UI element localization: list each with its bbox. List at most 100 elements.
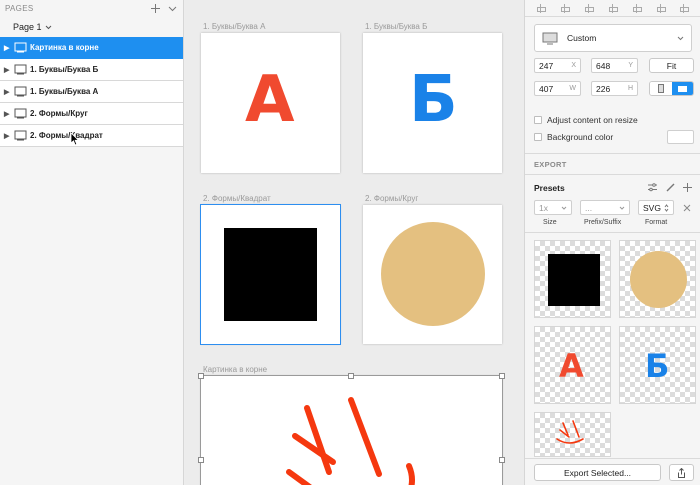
- prefix-value: ...: [585, 202, 593, 213]
- width-unit: W: [569, 85, 576, 92]
- align-right-icon[interactable]: [584, 3, 595, 13]
- pages-title: PAGES: [5, 4, 34, 13]
- align-center-h-icon[interactable]: [560, 3, 571, 13]
- updown-chevron-icon: [664, 203, 669, 212]
- height-value: 226: [596, 83, 611, 94]
- monitor-icon: [542, 32, 558, 44]
- disclosure-triangle-icon[interactable]: ▶: [4, 44, 11, 52]
- artboard-kvadrat[interactable]: [200, 204, 341, 345]
- background-color-label: Background color: [547, 132, 614, 142]
- artboard-krug[interactable]: [363, 205, 502, 344]
- export-section-title: EXPORT: [534, 160, 567, 169]
- chevron-down-icon[interactable]: [168, 6, 177, 12]
- fit-button[interactable]: Fit: [649, 58, 694, 73]
- export-thumb-square[interactable]: [534, 240, 611, 318]
- layer-row-kvadrat[interactable]: ▶ 2. Формы/Квадрат: [0, 125, 183, 147]
- mouse-cursor-icon: [70, 132, 80, 146]
- landscape-icon: [677, 85, 687, 92]
- align-left-icon[interactable]: [536, 3, 547, 13]
- width-field[interactable]: 407 W: [534, 81, 581, 96]
- background-color-checkbox[interactable]: [534, 133, 542, 141]
- export-thumb-letter-b[interactable]: Б: [619, 326, 696, 404]
- disclosure-triangle-icon[interactable]: ▶: [4, 110, 11, 118]
- chevron-down-icon: [619, 206, 625, 210]
- x-unit: X: [571, 62, 576, 69]
- artboard-icon: [14, 86, 27, 97]
- adjust-content-label: Adjust content on resize: [547, 115, 638, 125]
- export-thumb-circle[interactable]: [619, 240, 696, 318]
- artboard-title[interactable]: 1. Буквы/Буква Б: [365, 22, 427, 31]
- thumb-circle-shape: [630, 251, 687, 308]
- layer-label: Картинка в корне: [30, 43, 99, 52]
- remove-export-icon[interactable]: [683, 204, 691, 212]
- y-unit: Y: [628, 62, 633, 69]
- pages-header: PAGES: [0, 0, 183, 17]
- layer-row-bukva-a[interactable]: ▶ 1. Буквы/Буква А: [0, 81, 183, 103]
- background-color-option[interactable]: Background color: [534, 132, 613, 142]
- artboard-icon: [14, 64, 27, 75]
- y-field[interactable]: 648 Y: [591, 58, 638, 73]
- orientation-toggle: [649, 81, 694, 96]
- export-thumb-letter-a[interactable]: А: [534, 326, 611, 404]
- artboard-title[interactable]: 1. Буквы/Буква А: [203, 22, 265, 31]
- height-field[interactable]: 226 H: [591, 81, 638, 96]
- thumb-letter-b: Б: [645, 347, 670, 385]
- preset-settings-icon[interactable]: [648, 183, 657, 192]
- layers-sidebar: PAGES Page 1 ▶ Картинка в корне ▶ 1. Бук…: [0, 0, 184, 485]
- canvas[interactable]: 1. Буквы/Буква А А 1. Буквы/Буква Б Б 2.…: [185, 0, 524, 485]
- layer-row-bukva-b[interactable]: ▶ 1. Буквы/Буква Б: [0, 59, 183, 81]
- x-field[interactable]: 247 X: [534, 58, 581, 73]
- layer-row-krug[interactable]: ▶ 2. Формы/Круг: [0, 103, 183, 125]
- resize-handle[interactable]: [198, 457, 204, 463]
- letter-a: А: [245, 63, 295, 137]
- add-export-icon[interactable]: [683, 183, 692, 192]
- export-selected-button[interactable]: Export Selected...: [534, 464, 661, 481]
- landscape-button[interactable]: [671, 82, 693, 95]
- artboard-title[interactable]: Картинка в корне: [203, 365, 267, 374]
- slice-knife-icon[interactable]: [666, 183, 675, 192]
- export-size-field[interactable]: 1x: [534, 200, 572, 215]
- inspector-panel: Custom 247 X 648 Y Fit 407 W 226 H Adjust co…: [524, 0, 700, 485]
- portrait-button[interactable]: [650, 82, 672, 95]
- resize-handle[interactable]: [499, 373, 505, 379]
- resize-handle[interactable]: [348, 373, 354, 379]
- height-unit: H: [627, 85, 633, 92]
- x-value: 247: [539, 60, 554, 71]
- add-page-icon[interactable]: [151, 4, 160, 13]
- artboard-title[interactable]: 2. Формы/Круг: [365, 194, 418, 203]
- resize-handle[interactable]: [499, 457, 505, 463]
- export-thumb-drawing[interactable]: [534, 412, 611, 457]
- disclosure-triangle-icon[interactable]: ▶: [4, 132, 11, 140]
- layer-label: 2. Формы/Квадрат: [30, 131, 103, 140]
- thumb-letter-a: А: [559, 347, 584, 385]
- artboard-preset-select[interactable]: Custom: [534, 24, 692, 52]
- page-name: Page 1: [13, 22, 42, 32]
- letter-b: Б: [409, 63, 458, 137]
- disclosure-triangle-icon[interactable]: ▶: [4, 88, 11, 96]
- artboard-bukva-b[interactable]: Б: [363, 33, 502, 173]
- y-value: 648: [596, 60, 611, 71]
- layer-label: 2. Формы/Круг: [30, 109, 88, 118]
- layer-label: 1. Буквы/Буква Б: [30, 65, 99, 74]
- export-format-select[interactable]: SVG: [638, 200, 674, 215]
- align-bottom-icon[interactable]: [656, 3, 666, 13]
- resize-handle[interactable]: [198, 373, 204, 379]
- page-selector[interactable]: Page 1: [0, 17, 183, 37]
- layer-row-kartinka[interactable]: ▶ Картинка в корне: [0, 37, 183, 59]
- disclosure-triangle-icon[interactable]: ▶: [4, 66, 11, 74]
- export-prefix-field[interactable]: ...: [580, 200, 630, 215]
- background-color-swatch[interactable]: [667, 130, 694, 144]
- adjust-content-checkbox[interactable]: [534, 116, 542, 124]
- artboard-title[interactable]: 2. Формы/Квадрат: [203, 194, 271, 203]
- width-value: 407: [539, 83, 554, 94]
- artboard-bukva-a[interactable]: А: [201, 33, 340, 173]
- share-button[interactable]: [669, 464, 694, 481]
- artboard-kartinka[interactable]: [200, 375, 503, 485]
- adjust-content-option[interactable]: Adjust content on resize: [534, 115, 638, 125]
- align-top-icon[interactable]: [608, 3, 618, 13]
- artboard-icon: [14, 42, 27, 53]
- distribute-icon[interactable]: [679, 3, 690, 13]
- page-dropdown-icon: [45, 25, 51, 29]
- thumb-drawing: [556, 420, 584, 444]
- align-middle-icon[interactable]: [632, 3, 642, 13]
